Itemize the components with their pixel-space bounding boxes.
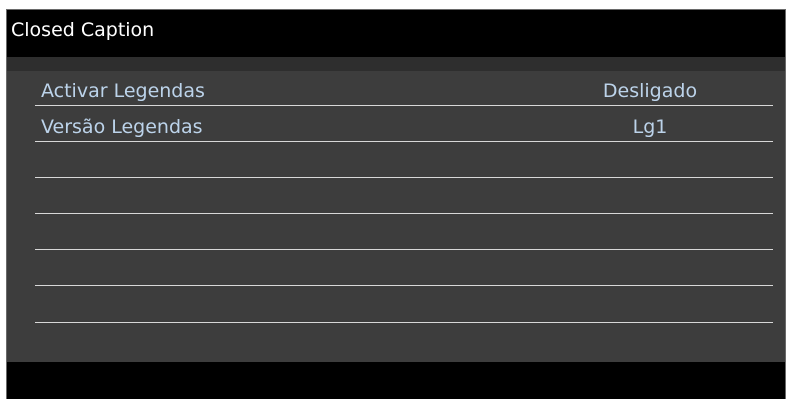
title-divider	[7, 57, 785, 71]
page-title: Closed Caption	[11, 19, 155, 41]
closed-caption-menu: Closed Caption Activar Legendas Desligad…	[6, 9, 786, 399]
menu-item-value: Lg1	[632, 116, 668, 138]
menu-item-versao-legendas[interactable]: Versão Legendas Lg1	[35, 107, 773, 142]
empty-menu-row	[35, 143, 773, 178]
empty-menu-row	[35, 251, 773, 286]
footer-bar	[7, 362, 785, 399]
empty-menu-row	[35, 179, 773, 214]
menu-item-activar-legendas[interactable]: Activar Legendas Desligado	[35, 71, 773, 106]
menu-item-label: Activar Legendas	[41, 80, 205, 102]
title-bar: Closed Caption	[7, 9, 785, 57]
empty-menu-row	[35, 215, 773, 250]
empty-menu-row	[35, 288, 773, 323]
menu-item-label: Versão Legendas	[41, 116, 203, 138]
menu-item-value: Desligado	[602, 80, 698, 102]
menu-list: Activar Legendas Desligado Versão Legend…	[35, 71, 773, 362]
